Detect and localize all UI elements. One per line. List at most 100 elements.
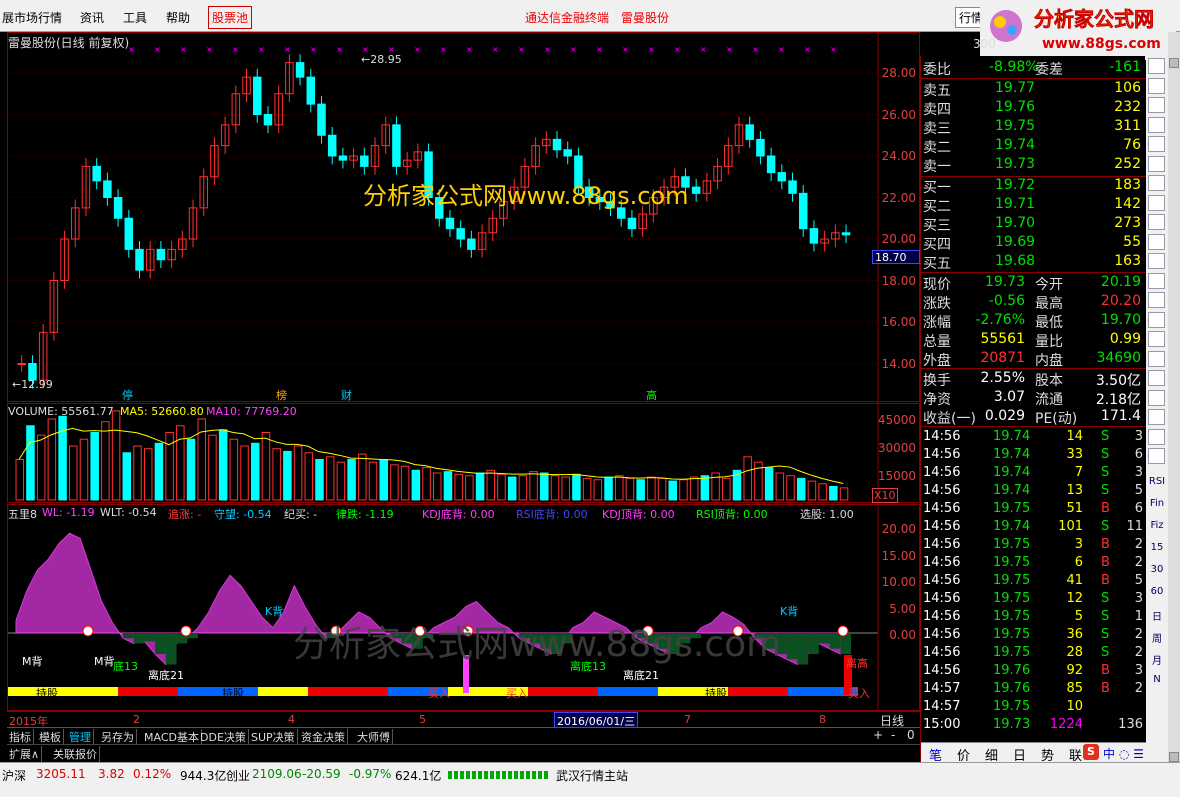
toolbar-icon[interactable]	[1148, 58, 1165, 74]
tab-fund[interactable]: 资金决策	[299, 729, 348, 745]
toolbar-icon[interactable]	[1148, 292, 1165, 308]
toolbar-icon[interactable]	[1148, 428, 1165, 445]
tab-master[interactable]: 大师傅	[355, 729, 393, 745]
menu-market[interactable]: 展市场行情	[2, 9, 62, 26]
tick-time: 15:00	[923, 717, 961, 732]
toolbar-icon[interactable]	[1148, 175, 1165, 191]
stat-value: 55561	[980, 331, 1025, 347]
toolbar-icon[interactable]	[1148, 389, 1165, 406]
sell-level-price: 19.74	[995, 137, 1036, 153]
toolbar-period-button[interactable]: 15	[1147, 542, 1167, 553]
tab-sup[interactable]: SUP决策	[249, 729, 298, 745]
toolbar-icon[interactable]	[1148, 233, 1165, 250]
tab-manage[interactable]: 管理	[67, 729, 94, 745]
sell-level-row[interactable]: 卖一 19.73 252	[923, 156, 1145, 175]
toolbar-period-button[interactable]: RSI	[1147, 476, 1167, 487]
toolbar-icon[interactable]	[1148, 448, 1165, 464]
price-y-tick: 18.00	[881, 273, 916, 288]
toolbar-icon[interactable]	[1148, 116, 1165, 133]
toolbar-period-button[interactable]: Fin	[1147, 498, 1167, 509]
event-high[interactable]: 高	[646, 387, 657, 403]
menu-tools[interactable]: 工具	[123, 9, 147, 26]
buy-level-row[interactable]: 买五 19.68 163	[923, 253, 1145, 272]
toolbar-icon[interactable]	[1148, 136, 1165, 152]
sh-index-label[interactable]: 沪深	[2, 767, 26, 784]
tab-dde[interactable]: DDE决策	[198, 729, 249, 745]
tick-row: 14:56 19.74 33 S 6	[923, 447, 1145, 465]
scroll-down-arrow-icon[interactable]	[1169, 752, 1179, 762]
reset-button[interactable]: 0	[907, 728, 915, 742]
event-suspend[interactable]: 停	[122, 387, 133, 403]
ime-logo-icon[interactable]: S	[1083, 744, 1099, 760]
buy-level-volume: 273	[1114, 215, 1141, 231]
stock-pool-button[interactable]: 股票池	[208, 6, 253, 29]
volume-bar	[122, 452, 132, 501]
toolbar-period-button[interactable]: N	[1147, 674, 1167, 685]
toolbar-icon[interactable]	[1148, 253, 1165, 269]
wc-label: 委差	[1035, 62, 1063, 78]
indicator-signal-label: K背	[265, 605, 284, 618]
sell-level-row[interactable]: 卖五 19.77 106	[923, 80, 1145, 99]
toolbar-period-button[interactable]: 30	[1147, 564, 1167, 575]
toolbar-period-button[interactable]: 周	[1147, 630, 1167, 645]
price-chart[interactable]: × × × × × × × × × × × × × × × × × × × × × × × × × × × × 雷曼股份(日线 前复权…	[7, 32, 920, 403]
toolbar-icon[interactable]	[1148, 155, 1165, 172]
server-label[interactable]: 武汉行情主站	[556, 767, 628, 784]
toolbar-icon[interactable]	[1148, 97, 1165, 113]
toolbar-icon[interactable]	[1148, 194, 1165, 211]
ext-related-quote[interactable]: 关联报价	[51, 746, 100, 762]
tick-count: 3	[1134, 465, 1143, 480]
indicator-chart[interactable]: 五里8 WL: -1.19 WLT: -0.54 追涨: - 守望: -0.54…	[7, 504, 920, 712]
toolbar-period-button[interactable]: 月	[1147, 652, 1167, 667]
toolbar-icon[interactable]	[1148, 370, 1165, 386]
tab-macd[interactable]: MACD基本	[142, 729, 202, 745]
scrollbar[interactable]	[1168, 32, 1180, 762]
signal-marker: ×	[310, 45, 317, 54]
toolbar-period-button[interactable]: Fiz	[1147, 520, 1167, 531]
buy-level-row[interactable]: 买一 19.72 183	[923, 177, 1145, 196]
toolbar-icon[interactable]	[1148, 350, 1165, 367]
toolbar-icon[interactable]	[1148, 214, 1165, 230]
buy-level-row[interactable]: 买四 19.69 55	[923, 234, 1145, 253]
event-finance[interactable]: 财	[341, 387, 352, 403]
cy-index-label[interactable]: 创业	[226, 767, 250, 784]
toolbar-icon[interactable]	[1148, 311, 1165, 328]
volume-bar	[411, 469, 421, 501]
buy-level-volume: 55	[1123, 234, 1141, 250]
toolbar-period-button[interactable]: 60	[1147, 586, 1167, 597]
stat-label: 现价	[923, 277, 951, 293]
event-list[interactable]: 榜	[276, 387, 287, 403]
toolbar-icon[interactable]	[1148, 331, 1165, 347]
candle-body	[766, 155, 776, 174]
toolbar-icon[interactable]	[1148, 409, 1165, 425]
fin-value: 171.4	[1100, 408, 1141, 424]
ime-mode-icon[interactable]: 中 ◌ ☰	[1103, 745, 1144, 762]
tab-save-as[interactable]: 另存为	[99, 729, 137, 745]
volume-chart[interactable]: VOLUME: 55561.77 MA5: 52660.80 MA10: 777…	[7, 403, 920, 504]
sell-level-row[interactable]: 卖四 19.76 232	[923, 99, 1145, 118]
volume-bar	[293, 445, 303, 501]
buy-level-row[interactable]: 买二 19.71 142	[923, 196, 1145, 215]
buy-level-row[interactable]: 买三 19.70 273	[923, 215, 1145, 234]
tick-side: S	[1101, 429, 1110, 444]
tick-count: 2	[1134, 537, 1143, 552]
tab-template[interactable]: 模板	[37, 729, 64, 745]
stat-value: 20.20	[1100, 293, 1141, 309]
ind-rsi-db: RSI底背: 0.00	[516, 508, 588, 521]
ext-expand[interactable]: 扩展∧	[7, 746, 43, 762]
toolbar-icon[interactable]	[1148, 272, 1165, 289]
menu-help[interactable]: 帮助	[166, 9, 190, 26]
toolbar-icon[interactable]	[1148, 77, 1165, 94]
sell-level-volume: 252	[1114, 156, 1141, 172]
indicator-signal-label: 底13	[113, 660, 138, 673]
toolbar-period-button[interactable]: 日	[1147, 608, 1167, 623]
menu-news[interactable]: 资讯	[80, 9, 104, 26]
zoom-out-button[interactable]: -	[891, 728, 895, 742]
tab-indicator[interactable]: 指标	[7, 729, 34, 745]
indicator-name[interactable]: 五里8	[8, 506, 37, 522]
scroll-up-arrow-icon[interactable]	[1169, 58, 1179, 68]
sell-level-row[interactable]: 卖二 19.74 76	[923, 137, 1145, 156]
zoom-in-button[interactable]: +	[873, 728, 883, 742]
cy-index-value: 2109.06	[252, 767, 302, 781]
sell-level-row[interactable]: 卖三 19.75 311	[923, 118, 1145, 137]
